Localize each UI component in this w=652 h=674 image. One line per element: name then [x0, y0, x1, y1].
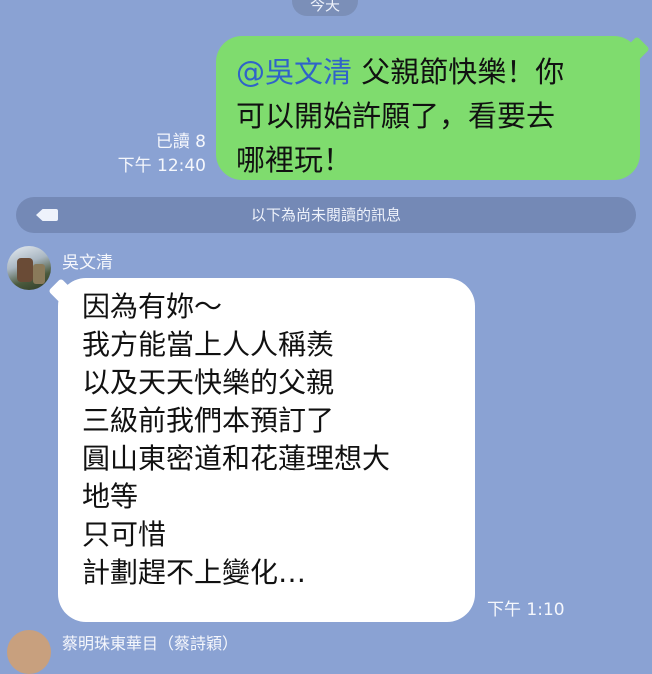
- sender-avatar[interactable]: [7, 246, 51, 290]
- incoming-line: 計劃趕不上變化…: [82, 556, 307, 589]
- bubble-tail: [48, 278, 74, 304]
- unread-divider: 以下為尚未閱讀的訊息: [16, 197, 636, 233]
- outgoing-message-bubble[interactable]: @吳文清 父親節快樂！你 可以開始許願了，看要去 哪裡玩！: [216, 36, 650, 180]
- avatar-photo-detail: [33, 264, 45, 284]
- incoming-line: 因為有妳～: [82, 290, 223, 323]
- incoming-line: 以及天天快樂的父親: [82, 366, 335, 399]
- outgoing-line-1-text: 父親節快樂！你: [352, 55, 565, 89]
- incoming-line: 我方能當上人人稱羨: [82, 328, 335, 361]
- outgoing-line-1: @吳文清 父親節快樂！你: [236, 50, 620, 94]
- outgoing-line-2: 可以開始許願了，看要去: [236, 99, 556, 133]
- bubble-tail: [624, 36, 650, 62]
- incoming-line: 三級前我們本預訂了: [82, 404, 335, 437]
- date-separator: 今天: [292, 0, 358, 16]
- mention-tag[interactable]: @吳文清: [236, 55, 352, 89]
- incoming-line: 圓山東密道和花蓮理想大: [82, 442, 391, 475]
- unread-divider-label: 以下為尚未閱讀的訊息: [250, 206, 401, 224]
- read-receipt: 已讀 8: [155, 132, 206, 152]
- incoming-line: 只可惜: [82, 518, 167, 551]
- incoming-message-bubble[interactable]: 因為有妳～ 我方能當上人人稱羨 以及天天快樂的父親 三級前我們本預訂了 圓山東密…: [48, 278, 475, 622]
- tag-icon: [36, 209, 58, 221]
- avatar-photo-detail: [17, 258, 33, 282]
- next-sender-name: 蔡明珠東華目（蔡詩穎）: [62, 634, 239, 653]
- outgoing-line-3: 哪裡玩！: [236, 143, 353, 177]
- sender-name: 吳文清: [62, 253, 113, 273]
- incoming-line: 地等: [82, 480, 139, 513]
- next-sender-avatar[interactable]: [7, 630, 51, 674]
- incoming-timestamp: 下午 1:10: [487, 600, 565, 620]
- outgoing-timestamp: 下午 12:40: [117, 156, 206, 176]
